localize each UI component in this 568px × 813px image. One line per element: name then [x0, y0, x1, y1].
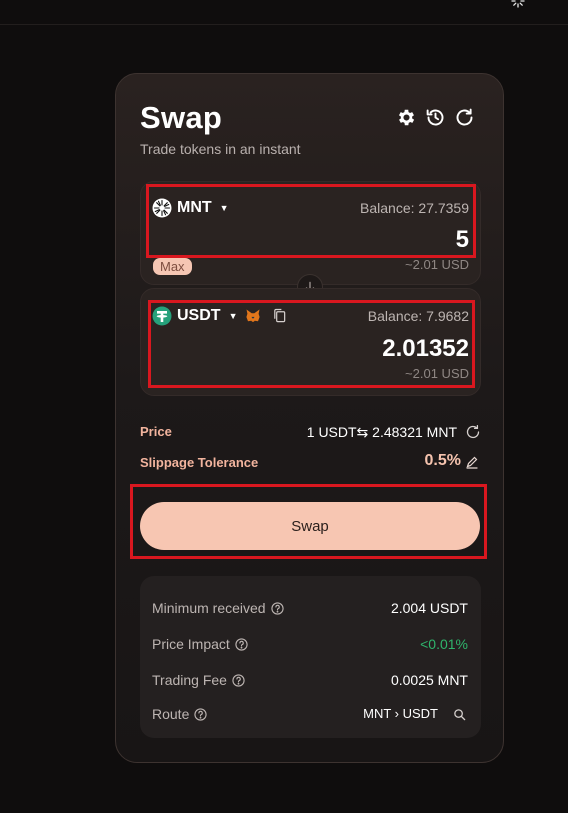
route-row: Route MNT › USDT: [152, 706, 468, 726]
settings-icon: [398, 109, 414, 125]
price-row: Price 1 USDT⇆ 2.48321 MNT: [140, 424, 481, 444]
route-label: Route: [152, 706, 190, 722]
slippage-row: Slippage Tolerance 0.5%: [140, 452, 481, 475]
help-icon[interactable]: [194, 707, 207, 721]
min-received-value: 2.004 USDT: [390, 600, 468, 616]
settings-button[interactable]: [395, 106, 417, 128]
min-received-label: Minimum received: [152, 600, 266, 616]
from-amount-input[interactable]: 5: [456, 226, 469, 254]
refresh-icon: [456, 108, 472, 125]
chevron-down-icon: ▼: [228, 311, 238, 321]
help-icon[interactable]: [270, 601, 284, 615]
trading-fee-label: Trading Fee: [152, 672, 227, 688]
from-token-panel: MNT ▼ Balance: 27.7359 5 ~2.01 USD Max: [140, 181, 481, 285]
page-subtitle: Trade tokens in an instant: [140, 141, 301, 157]
trading-fee-row: Trading Fee 0.0025 MNT: [152, 672, 468, 692]
metamask-icon: [246, 309, 260, 322]
price-label: Price: [140, 424, 172, 439]
refresh-button[interactable]: [453, 106, 475, 128]
history-button[interactable]: [424, 106, 446, 128]
from-balance: Balance: 27.7359: [360, 200, 469, 216]
copy-icon: [274, 308, 286, 323]
swap-details: Minimum received 2.004 USDT Price Impact…: [140, 576, 481, 738]
from-token-symbol: MNT: [177, 199, 212, 216]
history-icon: [426, 109, 443, 125]
to-balance: Balance: 7.9682: [367, 308, 469, 324]
add-to-metamask-button[interactable]: [245, 308, 261, 324]
to-usd-value: ~2.01 USD: [405, 366, 469, 381]
price-impact-row: Price Impact <0.01%: [152, 636, 468, 656]
top-bar: [0, 0, 568, 25]
copy-address-button[interactable]: [272, 308, 288, 324]
from-token-selector[interactable]: MNT ▼: [152, 198, 229, 218]
help-icon[interactable]: [232, 673, 245, 687]
refresh-price-icon[interactable]: [465, 424, 481, 440]
max-button[interactable]: Max: [153, 258, 192, 275]
swap-card: Swap Trade tokens in an instant MNT ▼ Ba…: [115, 73, 504, 763]
usdt-token-icon: [152, 306, 172, 326]
min-received-row: Minimum received 2.004 USDT: [152, 600, 468, 620]
slippage-value[interactable]: 0.5%: [425, 452, 461, 470]
mnt-token-icon: [152, 198, 172, 218]
help-icon[interactable]: [235, 637, 248, 651]
edit-icon[interactable]: [465, 455, 479, 469]
price-impact-label: Price Impact: [152, 636, 230, 652]
route-value: MNT › USDT: [363, 706, 438, 721]
page-title: Swap: [140, 100, 223, 135]
chevron-down-icon: ▼: [219, 203, 229, 213]
header-actions: [395, 106, 475, 128]
swap-button[interactable]: Swap: [140, 502, 480, 550]
to-token-symbol: USDT: [177, 307, 221, 324]
to-amount-output: 2.01352: [382, 335, 469, 362]
loading-spinner-icon: [511, 0, 525, 8]
search-icon[interactable]: [453, 708, 466, 721]
to-token-panel: USDT ▼ Balance: 7.9682 2.01352 ~2.01 USD: [140, 288, 481, 396]
to-token-selector[interactable]: USDT ▼: [152, 306, 237, 326]
from-usd-value: ~2.01 USD: [405, 257, 469, 272]
price-impact-value: <0.01%: [420, 636, 468, 652]
slippage-label: Slippage Tolerance: [140, 455, 259, 470]
trading-fee-value: 0.0025 MNT: [390, 672, 468, 688]
price-value: 1 USDT⇆ 2.48321 MNT: [306, 424, 457, 440]
